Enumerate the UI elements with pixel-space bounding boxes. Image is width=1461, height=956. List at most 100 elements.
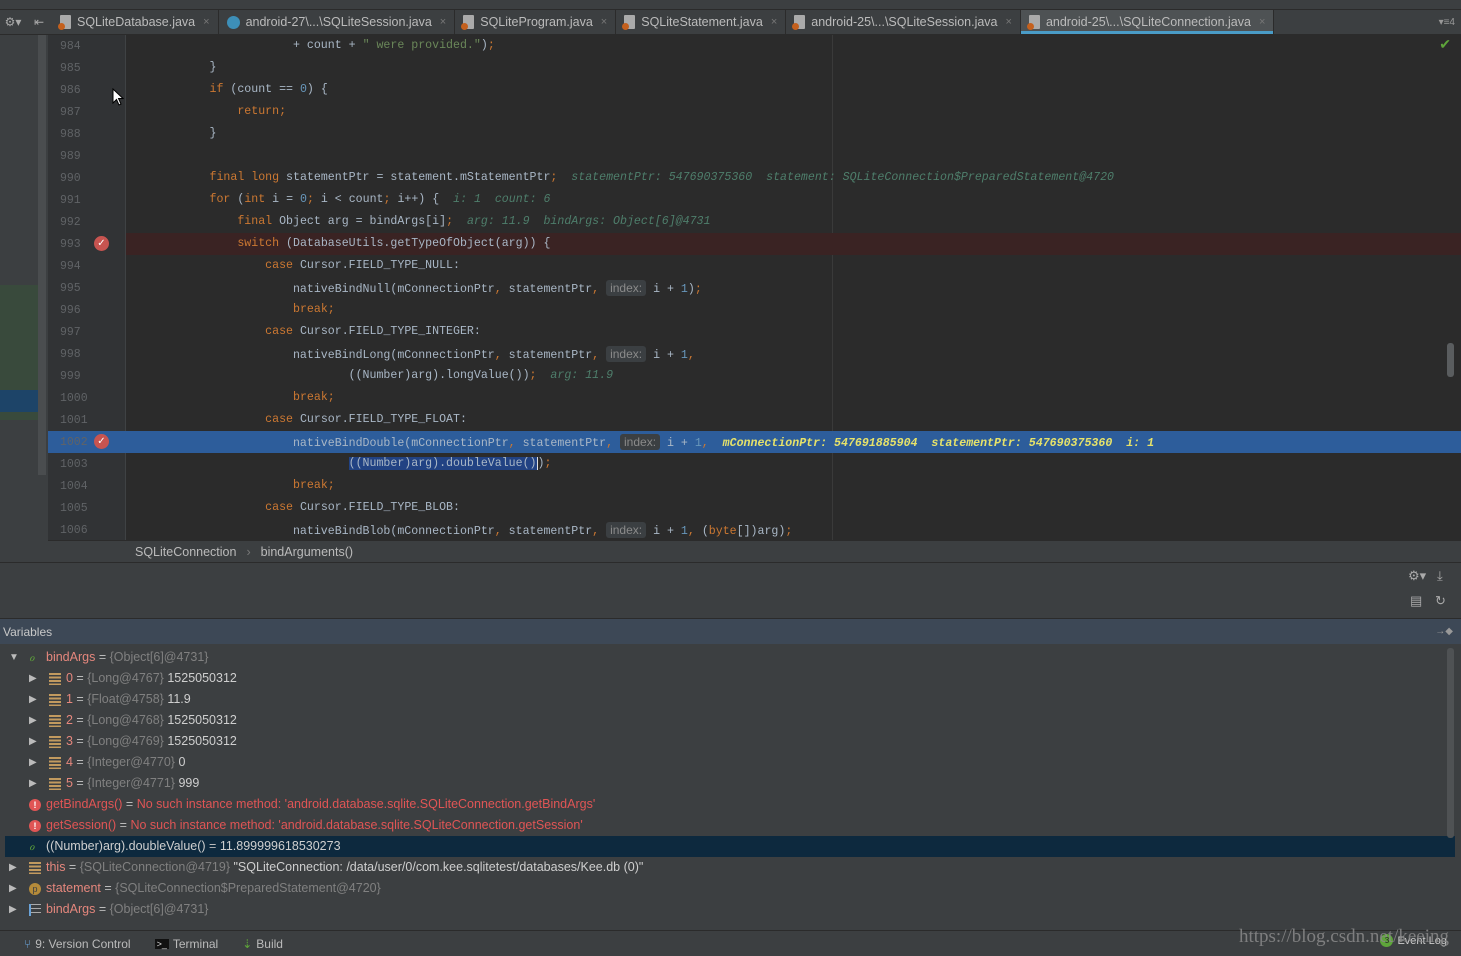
project-scrollbar[interactable] — [38, 35, 46, 475]
code-token: ; — [446, 215, 454, 228]
variable-text: bindArgs = {Object[6]@4731} — [46, 899, 208, 920]
variable-row[interactable]: ▶ 1 = {Float@4758} 11.9 — [5, 689, 1455, 710]
code-token: ; — [383, 193, 398, 206]
line-number: 989 — [60, 150, 81, 163]
variable-row[interactable]: ▶ 3 = {Long@4769} 1525050312 — [5, 731, 1455, 752]
tab-4[interactable]: android-25\...\SQLiteSession.java × — [786, 10, 1021, 34]
close-icon[interactable]: × — [1006, 16, 1012, 28]
code-token: ; — [785, 525, 793, 538]
expand-right-icon[interactable]: ▶ — [9, 899, 19, 920]
variable-text: 1 = {Float@4758} 11.9 — [66, 689, 191, 710]
tab-3[interactable]: SQLiteStatement.java × — [616, 10, 787, 34]
close-icon[interactable]: × — [1259, 16, 1265, 28]
variable-row[interactable]: ! getBindArgs() = No such instance method… — [5, 794, 1455, 815]
expand-right-icon[interactable]: ▶ — [9, 878, 19, 899]
variable-row[interactable]: ℴ ((Number)arg).doubleValue() = 11.899999… — [5, 836, 1455, 857]
variable-type: {Integer@4771} — [87, 776, 175, 790]
tab-5[interactable]: android-25\...\SQLiteConnection.java × — [1020, 10, 1275, 34]
variable-row[interactable]: ▶ 0 = {Long@4767} 1525050312 — [5, 668, 1455, 689]
editor-scrollbar[interactable] — [1447, 343, 1454, 377]
error-icon: ! — [29, 820, 41, 832]
breadcrumb-class[interactable]: SQLiteConnection — [135, 545, 236, 559]
hide-panel-icon[interactable]: ⤓ — [1437, 568, 1443, 584]
code-editor[interactable]: + count + " were provided."); } if (coun… — [126, 35, 1461, 540]
expand-right-icon[interactable]: ▶ — [29, 689, 39, 710]
field-icon — [49, 778, 61, 790]
close-icon[interactable]: × — [440, 16, 446, 28]
code-token: 1 — [680, 349, 688, 362]
watch-icon: ℴ — [29, 650, 35, 664]
variables-tree[interactable]: ▼ ℴ bindArgs = {Object[6]@4731} ▶ 0 = {Long… — [0, 646, 1461, 930]
line-number: 995 — [60, 282, 81, 295]
variable-name: bindArgs — [46, 650, 96, 664]
code-line: nativeBindBlob(mConnectionPtr, statement… — [126, 519, 1461, 540]
expand-right-icon[interactable]: ▶ — [29, 668, 39, 689]
code-token: statementPtr = statement.mStatementPtr — [286, 171, 551, 184]
breakpoint-icon[interactable]: ✓ — [94, 236, 109, 251]
line-number: 988 — [60, 128, 81, 141]
tab-label: android-25\...\SQLiteConnection.java — [1045, 15, 1251, 29]
settings-gear-icon[interactable]: ⚙▾ — [0, 10, 26, 34]
variable-row[interactable]: ▶ p statement = {SQLiteConnection$Prepared… — [5, 878, 1455, 899]
tab-1[interactable]: android-27\...\SQLiteSession.java × — [219, 10, 456, 34]
code-token: int — [244, 193, 273, 206]
tab-0[interactable]: SQLiteDatabase.java × — [52, 10, 219, 34]
version-control-label: 9: Version Control — [35, 936, 131, 951]
refresh-icon[interactable]: ↻ — [1435, 593, 1446, 609]
breakpoint-icon[interactable]: ✓ — [94, 434, 109, 449]
expand-down-icon[interactable]: ▼ — [9, 647, 19, 668]
close-icon[interactable]: × — [203, 16, 209, 28]
pin-icon[interactable]: →◆ — [1435, 626, 1461, 637]
expand-right-icon[interactable]: ▶ — [29, 731, 39, 752]
variables-title: Variables — [3, 624, 53, 639]
variables-scrollbar[interactable] — [1447, 648, 1454, 838]
variable-text: getBindArgs() = No such instance method:… — [46, 794, 595, 815]
version-control-button[interactable]: ⑂ 9: Version Control — [24, 937, 131, 951]
variable-row[interactable]: ▶ 5 = {Integer@4771} 999 — [5, 773, 1455, 794]
tab-label: SQLiteStatement.java — [641, 15, 763, 29]
code-line: case Cursor.FIELD_TYPE_BLOB: — [126, 497, 1461, 519]
expand-right-icon[interactable]: ▶ — [29, 710, 39, 731]
settings-gear-icon[interactable]: ⚙▾ — [1408, 568, 1426, 584]
code-token: Cursor.FIELD_TYPE_INTEGER: — [299, 325, 481, 338]
variable-type: {Integer@4770} — [87, 755, 175, 769]
variable-row[interactable]: ▶ 2 = {Long@4768} 1525050312 — [5, 710, 1455, 731]
variable-row[interactable]: ▶ 4 = {Integer@4770} 0 — [5, 752, 1455, 773]
close-icon[interactable]: × — [601, 16, 607, 28]
field-icon — [49, 757, 61, 769]
expand-right-icon[interactable]: ▶ — [29, 752, 39, 773]
code-token: ((Number)arg).doubleValue() — [348, 457, 537, 470]
code-token: statementPtr — [508, 525, 593, 538]
code-line: switch (DatabaseUtils.getTypeOfObject(ar… — [126, 233, 1461, 255]
build-button[interactable]: ⇣ Build — [242, 937, 283, 951]
equals: = — [95, 902, 110, 916]
tab-2[interactable]: SQLiteProgram.java × — [455, 10, 617, 34]
restore-layout-icon[interactable]: ▤ — [1410, 593, 1422, 609]
close-icon[interactable]: × — [771, 16, 777, 28]
code-line: + count + " were provided."); — [126, 35, 1461, 57]
expand-right-icon[interactable]: ▶ — [29, 773, 39, 794]
equals: = — [72, 692, 88, 706]
breadcrumb-method[interactable]: bindArguments() — [261, 545, 353, 559]
variable-name: ((Number)arg).doubleValue() — [46, 839, 206, 853]
variable-row[interactable]: ! getSession() = No such instance method:… — [5, 815, 1455, 836]
parameter-hint: index: — [620, 434, 661, 450]
expand-right-icon[interactable]: ▶ — [9, 857, 19, 878]
parameter-hint: index: — [606, 346, 647, 362]
array-icon — [29, 904, 41, 916]
editor-gutter[interactable]: 984 985 986 987 988 989 990 991 992 993 ✓ 994 995 996… — [48, 35, 126, 540]
tab-overflow-button[interactable]: ▾≡4 — [1439, 10, 1461, 34]
terminal-button[interactable]: >_ Terminal — [154, 937, 218, 951]
variable-row[interactable]: ▶ bindArgs = {Object[6]@4731} — [5, 899, 1455, 920]
variable-row[interactable]: ▼ ℴ bindArgs = {Object[6]@4731} — [5, 647, 1455, 668]
variable-row[interactable]: ▶ this = {SQLiteConnection@4719} "SQLiteC… — [5, 857, 1455, 878]
code-token: statementPtr — [508, 283, 593, 296]
variable-value: 999 — [178, 776, 200, 790]
code-token: case — [265, 413, 300, 426]
code-line: case Cursor.FIELD_TYPE_NULL: — [126, 255, 1461, 277]
variable-name: 3 — [66, 734, 73, 748]
code-token: , — [592, 525, 607, 538]
collapse-panel-icon[interactable]: ⇤ — [26, 10, 52, 34]
